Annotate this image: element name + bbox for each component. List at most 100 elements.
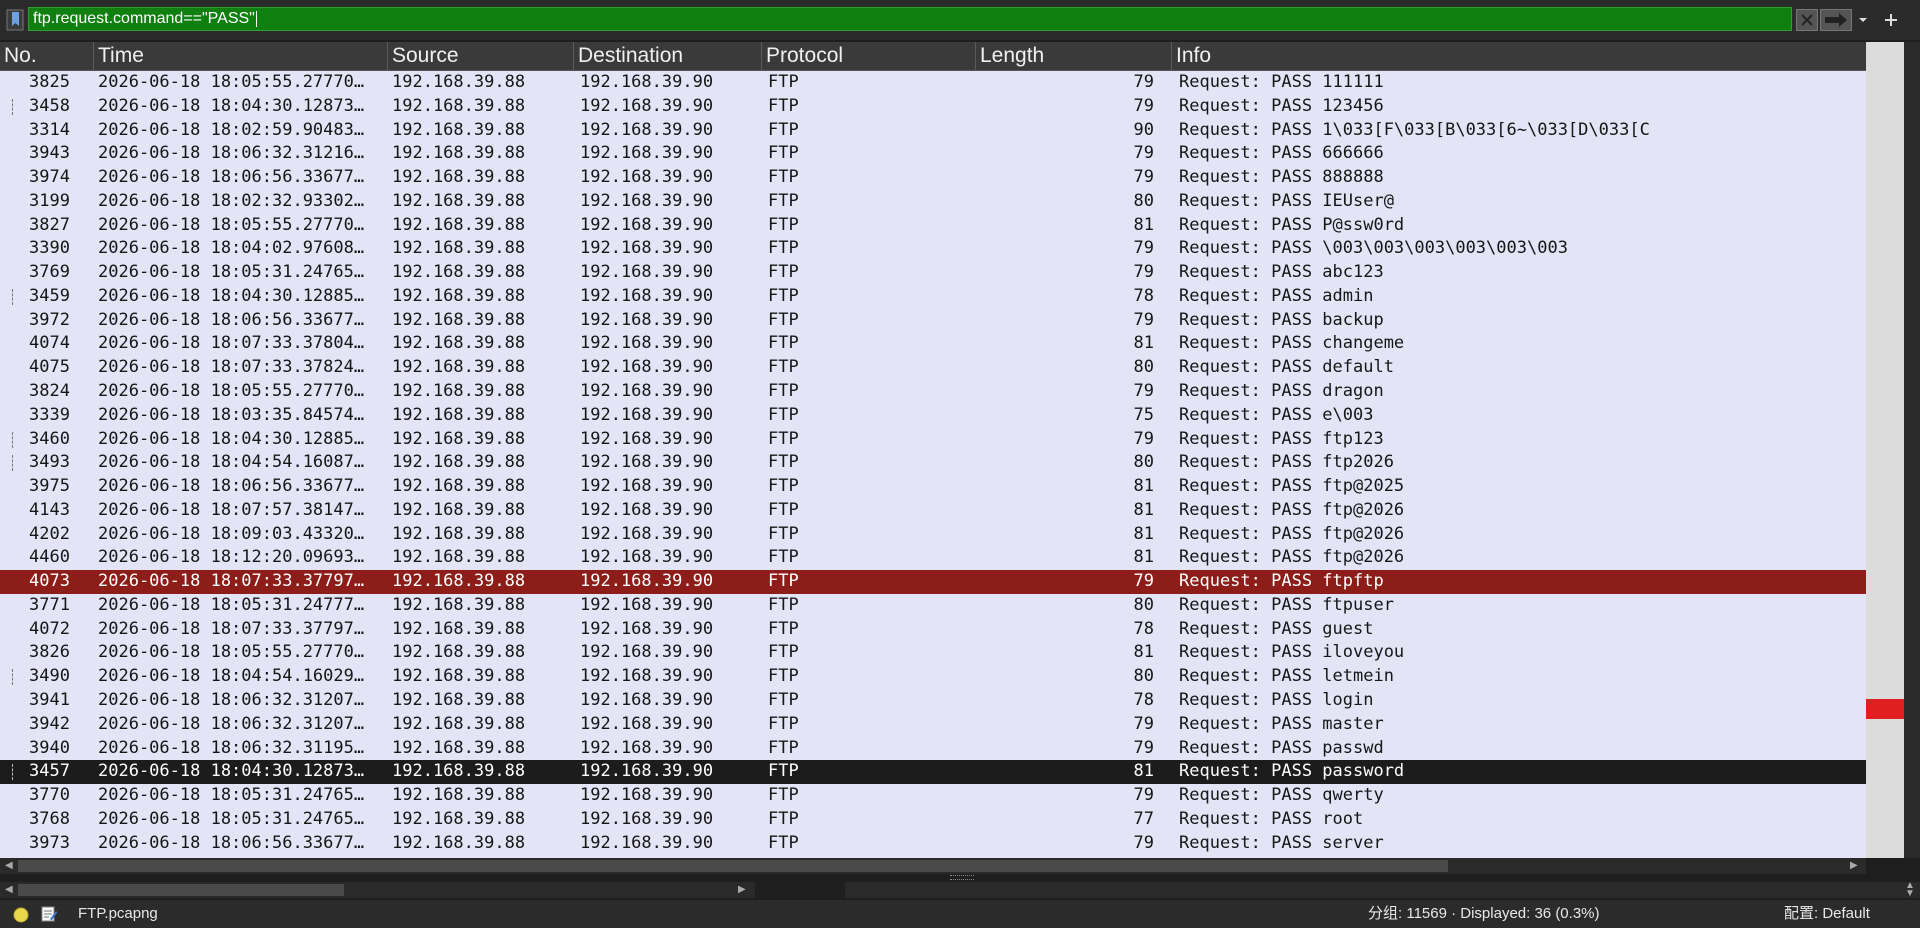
bookmark-icon[interactable] bbox=[6, 8, 26, 32]
cell-length: 81 bbox=[1133, 499, 1154, 520]
scroll-left-icon[interactable]: ◀ bbox=[5, 882, 13, 898]
apply-filter-button[interactable] bbox=[1820, 9, 1852, 31]
bytes-horizontal-scrollbar[interactable]: ▲ ▼ bbox=[845, 880, 1920, 899]
display-filter-toolbar: ftp.request.command=="PASS" bbox=[0, 0, 1920, 40]
cell-time: 2026-06-18 18:02:59.90483… bbox=[98, 119, 365, 140]
column-header-no[interactable]: No. bbox=[0, 42, 94, 70]
details-horizontal-scrollbar[interactable]: ◀ ▶ bbox=[0, 882, 755, 898]
cell-destination: 192.168.39.90 bbox=[580, 72, 714, 92]
cell-time: 2026-06-18 18:07:33.37804… bbox=[98, 333, 365, 354]
table-row[interactable]: 3825 2026-06-18 18:05:55.27770… 192.168.39… bbox=[0, 71, 1866, 95]
table-row[interactable]: 4202 2026-06-18 18:09:03.43320… 192.168.39… bbox=[0, 522, 1866, 547]
table-row[interactable]: 3458 2026-06-18 18:04:30.12873… 192.168.39… bbox=[0, 94, 1866, 119]
table-row[interactable]: 3390 2026-06-18 18:04:02.97608… 192.168.39… bbox=[0, 237, 1866, 262]
table-row[interactable]: 4460 2026-06-18 18:12:20.09693… 192.168.39… bbox=[0, 546, 1866, 571]
cell-protocol: FTP bbox=[768, 262, 799, 283]
add-filter-button-button[interactable] bbox=[1880, 9, 1902, 31]
clear-filter-button[interactable] bbox=[1796, 9, 1818, 31]
table-row[interactable]: 3771 2026-06-18 18:05:31.24777… 192.168.39… bbox=[0, 593, 1866, 618]
cell-time: 2026-06-18 18:04:30.12885… bbox=[98, 285, 365, 306]
cell-protocol: FTP bbox=[768, 690, 799, 711]
column-header-protocol[interactable]: Protocol bbox=[762, 42, 976, 70]
cell-protocol: FTP bbox=[768, 571, 799, 592]
column-header-info[interactable]: Info bbox=[1172, 42, 1866, 70]
cell-protocol: FTP bbox=[768, 428, 799, 449]
scroll-right-icon[interactable]: ▶ bbox=[1850, 858, 1858, 874]
table-row[interactable]: 4075 2026-06-18 18:07:33.37824… 192.168.39… bbox=[0, 356, 1866, 380]
packet-list-horizontal-scrollbar[interactable]: ◀ ▶ bbox=[0, 858, 1866, 874]
cell-time: 2026-06-18 18:06:32.31216… bbox=[98, 143, 365, 164]
packet-minimap[interactable] bbox=[1866, 42, 1904, 858]
column-header-source[interactable]: Source bbox=[388, 42, 574, 70]
table-row[interactable]: 3339 2026-06-18 18:03:35.84574… 192.168.39… bbox=[0, 403, 1866, 428]
splitter-grip-icon[interactable] bbox=[950, 875, 974, 880]
table-row[interactable]: 3827 2026-06-18 18:05:55.27770… 192.168.39… bbox=[0, 213, 1866, 238]
table-row[interactable]: 3942 2026-06-18 18:06:32.31207… 192.168.39… bbox=[0, 712, 1866, 737]
column-header-time[interactable]: Time bbox=[94, 42, 388, 70]
cell-destination: 192.168.39.90 bbox=[580, 547, 714, 568]
text-caret bbox=[255, 10, 257, 27]
table-row[interactable]: 3459 2026-06-18 18:04:30.12885… 192.168.39… bbox=[0, 284, 1866, 309]
scroll-left-icon[interactable]: ◀ bbox=[5, 858, 13, 874]
cell-protocol: FTP bbox=[768, 832, 799, 853]
table-row[interactable]: 4073 2026-06-18 18:07:33.37797… 192.168.39… bbox=[0, 570, 1866, 594]
packet-list[interactable]: 3825 2026-06-18 18:05:55.27770… 192.168.39… bbox=[0, 71, 1866, 858]
capture-comment-icon[interactable] bbox=[40, 905, 58, 923]
filter-history-dropdown[interactable] bbox=[1854, 9, 1872, 31]
cell-destination: 192.168.39.90 bbox=[580, 713, 714, 734]
table-row[interactable]: 4143 2026-06-18 18:07:57.38147… 192.168.39… bbox=[0, 498, 1866, 523]
vertical-scrollbar[interactable] bbox=[1904, 42, 1920, 858]
cell-protocol: FTP bbox=[768, 452, 799, 473]
table-row[interactable]: 3824 2026-06-18 18:05:55.27770… 192.168.39… bbox=[0, 380, 1866, 404]
table-row[interactable]: 3769 2026-06-18 18:05:31.24765… 192.168.39… bbox=[0, 261, 1866, 285]
cell-source: 192.168.39.88 bbox=[392, 72, 526, 92]
cell-no: 3490 bbox=[29, 666, 70, 687]
table-row[interactable]: 3941 2026-06-18 18:06:32.31207… 192.168.39… bbox=[0, 689, 1866, 713]
scrollbar-thumb[interactable] bbox=[18, 860, 1448, 872]
table-row[interactable]: 3975 2026-06-18 18:06:56.33677… 192.168.39… bbox=[0, 475, 1866, 499]
table-row[interactable]: 4072 2026-06-18 18:07:33.37797… 192.168.39… bbox=[0, 617, 1866, 642]
expert-info-led-icon[interactable] bbox=[12, 906, 30, 924]
cell-source: 192.168.39.88 bbox=[392, 642, 526, 663]
cell-info: Request: PASS ftpuser bbox=[1179, 594, 1394, 615]
table-row[interactable]: 3490 2026-06-18 18:04:54.16029… 192.168.39… bbox=[0, 665, 1866, 690]
table-row[interactable]: 3457 2026-06-18 18:04:30.12873… 192.168.39… bbox=[0, 760, 1866, 785]
cell-time: 2026-06-18 18:05:31.24765… bbox=[98, 262, 365, 283]
table-row[interactable]: 3974 2026-06-18 18:06:56.33677… 192.168.39… bbox=[0, 166, 1866, 190]
table-row[interactable]: 3493 2026-06-18 18:04:54.16087… 192.168.39… bbox=[0, 451, 1866, 476]
cell-length: 78 bbox=[1133, 690, 1154, 711]
cell-info: Request: PASS qwerty bbox=[1179, 785, 1384, 806]
column-header-length[interactable]: Length bbox=[976, 42, 1172, 70]
profile-indicator[interactable]: 配置: Default bbox=[1784, 900, 1870, 928]
column-header-destination[interactable]: Destination bbox=[574, 42, 762, 70]
table-row[interactable]: 3973 2026-06-18 18:06:56.33677… 192.168.39… bbox=[0, 831, 1866, 856]
table-row[interactable]: 3943 2026-06-18 18:06:32.31216… 192.168.39… bbox=[0, 142, 1866, 167]
cell-info: Request: PASS guest bbox=[1179, 618, 1374, 639]
table-row[interactable]: 3768 2026-06-18 18:05:31.24765… 192.168.39… bbox=[0, 807, 1866, 832]
cell-no: 3768 bbox=[29, 808, 70, 829]
cell-length: 80 bbox=[1133, 357, 1154, 378]
cell-destination: 192.168.39.90 bbox=[580, 452, 714, 473]
table-row[interactable]: 4074 2026-06-18 18:07:33.37804… 192.168.39… bbox=[0, 332, 1866, 357]
cell-source: 192.168.39.88 bbox=[392, 808, 526, 829]
display-filter-input[interactable]: ftp.request.command=="PASS" bbox=[28, 7, 1792, 31]
cell-no: 4460 bbox=[29, 547, 70, 568]
cell-info: Request: PASS ftp@2026 bbox=[1179, 547, 1405, 568]
table-row[interactable]: 3199 2026-06-18 18:02:32.93302… 192.168.39… bbox=[0, 189, 1866, 214]
table-row[interactable]: 3770 2026-06-18 18:05:31.24765… 192.168.39… bbox=[0, 784, 1866, 808]
cell-info: Request: PASS master bbox=[1179, 713, 1384, 734]
cell-no: 3771 bbox=[29, 594, 70, 615]
cell-length: 79 bbox=[1133, 571, 1154, 592]
cell-source: 192.168.39.88 bbox=[392, 309, 526, 330]
table-row[interactable]: 3826 2026-06-18 18:05:55.27770… 192.168.39… bbox=[0, 641, 1866, 666]
cell-protocol: FTP bbox=[768, 666, 799, 687]
cell-length: 81 bbox=[1133, 761, 1154, 782]
table-row[interactable]: 3972 2026-06-18 18:06:56.33677… 192.168.39… bbox=[0, 308, 1866, 333]
scrollbar-thumb[interactable] bbox=[18, 884, 344, 896]
cell-no: 3770 bbox=[29, 785, 70, 806]
pane-splitter[interactable] bbox=[0, 874, 1920, 880]
table-row[interactable]: 3314 2026-06-18 18:02:59.90483… 192.168.39… bbox=[0, 118, 1866, 143]
table-row[interactable]: 3460 2026-06-18 18:04:30.12885… 192.168.39… bbox=[0, 427, 1866, 452]
scroll-right-icon[interactable]: ▶ bbox=[738, 882, 746, 898]
table-row[interactable]: 3940 2026-06-18 18:06:32.31195… 192.168.39… bbox=[0, 736, 1866, 761]
